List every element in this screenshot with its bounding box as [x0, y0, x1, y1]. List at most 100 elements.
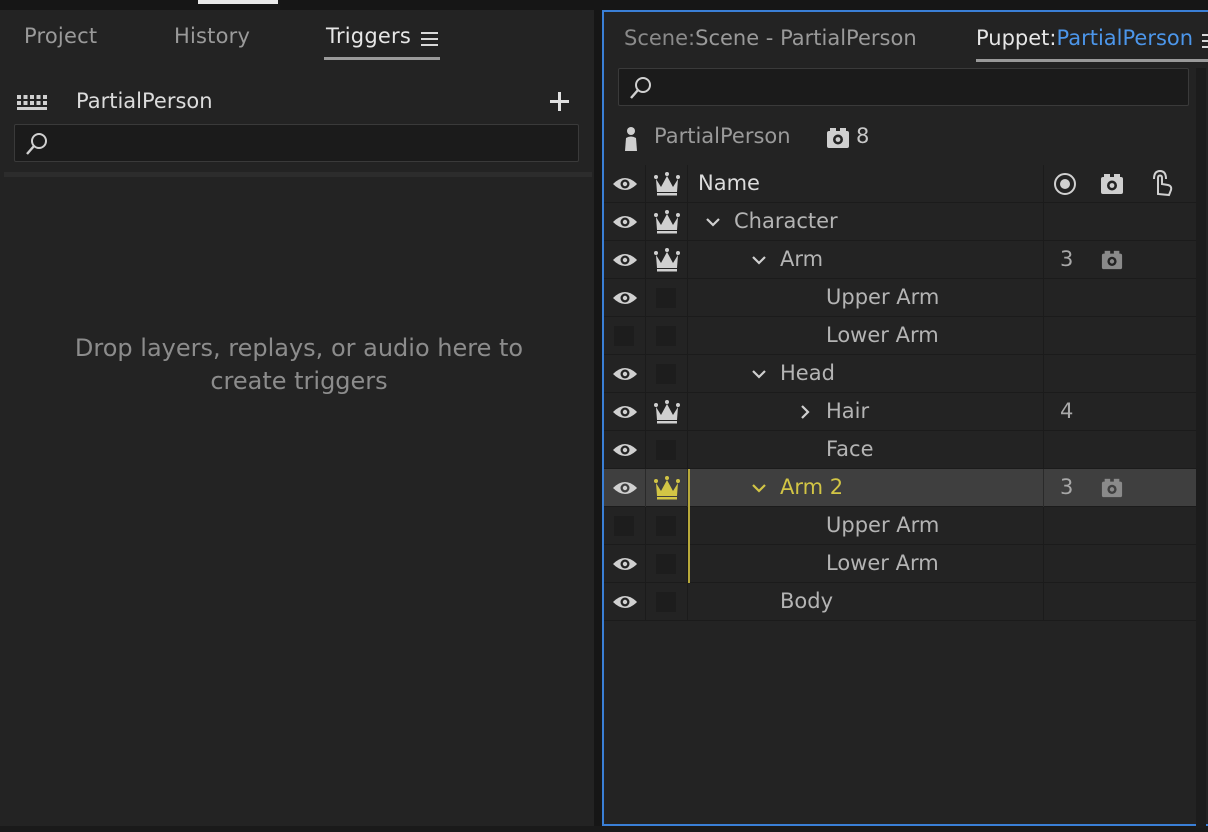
camera-icon[interactable]: [1100, 172, 1124, 196]
visibility-toggle[interactable]: [604, 507, 646, 545]
visibility-toggle[interactable]: [604, 545, 646, 583]
panel-resize-handle[interactable]: [594, 10, 602, 826]
table-row[interactable]: Upper Arm: [604, 507, 1196, 545]
table-row[interactable]: Face: [604, 431, 1196, 469]
tab-puppet[interactable]: Puppet:PartialPerson: [976, 26, 1193, 50]
expand-toggle[interactable]: [752, 253, 766, 267]
table-row[interactable]: Arm 2 3: [604, 469, 1196, 507]
layer-name-cell[interactable]: Upper Arm: [688, 507, 1044, 545]
independence-toggle[interactable]: [646, 469, 688, 507]
table-row[interactable]: Lower Arm: [604, 545, 1196, 583]
expand-toggle[interactable]: [752, 481, 766, 495]
hamburger-menu-icon[interactable]: [421, 32, 438, 46]
independence-toggle[interactable]: [646, 507, 688, 545]
independence-off-box: [656, 516, 676, 536]
layer-name-cell[interactable]: Lower Arm: [688, 545, 1044, 583]
collapse-toggle[interactable]: [798, 405, 812, 419]
independence-toggle[interactable]: [646, 317, 688, 355]
independence-toggle[interactable]: [646, 355, 688, 393]
layer-name-cell[interactable]: Upper Arm: [688, 279, 1044, 317]
behavior-count: 3: [1060, 247, 1074, 271]
independence-toggle[interactable]: [646, 279, 688, 317]
puppet-name: PartialPerson: [654, 124, 791, 148]
independence-toggle[interactable]: [646, 583, 688, 621]
search-icon: [26, 133, 47, 155]
expand-toggle[interactable]: [752, 367, 766, 381]
tab-puppet-value: PartialPerson: [1056, 26, 1194, 50]
chevron-down-icon[interactable]: [752, 481, 766, 495]
chevron-right-icon[interactable]: [798, 405, 812, 419]
visibility-off-box: [614, 326, 634, 346]
triggers-search-input[interactable]: [14, 124, 579, 162]
eye-icon: [613, 482, 637, 494]
table-row[interactable]: Upper Arm: [604, 279, 1196, 317]
scrollbar[interactable]: [1196, 68, 1206, 828]
expand-toggle[interactable]: [706, 215, 720, 229]
layer-name: Upper Arm: [826, 285, 940, 309]
visibility-toggle[interactable]: [604, 241, 646, 279]
visibility-toggle[interactable]: [604, 355, 646, 393]
header-visibility-col[interactable]: [604, 165, 646, 203]
grid-icon[interactable]: [17, 95, 47, 111]
independence-toggle[interactable]: [646, 203, 688, 241]
visibility-toggle[interactable]: [604, 583, 646, 621]
tab-triggers[interactable]: Triggers: [326, 24, 411, 48]
independence-off-box: [656, 288, 676, 308]
crown-icon: [654, 248, 680, 272]
table-row[interactable]: Arm 3: [604, 241, 1196, 279]
layer-name-cell[interactable]: Head: [688, 355, 1044, 393]
table-row[interactable]: Body: [604, 583, 1196, 621]
hamburger-menu-icon[interactable]: [1202, 34, 1208, 48]
layer-name-cell[interactable]: Hair: [688, 393, 1044, 431]
layer-name-cell[interactable]: Arm: [688, 241, 1044, 279]
camera-count: 8: [856, 124, 870, 148]
active-tab-underline: [976, 59, 1208, 62]
panel-divider: [4, 172, 592, 177]
window-top-strip: [0, 0, 1208, 10]
layer-name-cell[interactable]: Face: [688, 431, 1044, 469]
header-name-col[interactable]: Name: [688, 165, 1044, 203]
visibility-toggle[interactable]: [604, 431, 646, 469]
layer-name-cell[interactable]: Lower Arm: [688, 317, 1044, 355]
visibility-toggle[interactable]: [604, 317, 646, 355]
tab-project[interactable]: Project: [24, 24, 97, 48]
plus-icon[interactable]: [549, 91, 570, 112]
visibility-toggle[interactable]: [604, 203, 646, 241]
layer-name-cell[interactable]: Arm 2: [688, 469, 1044, 507]
layer-extra-cell: 4: [1044, 393, 1196, 431]
visibility-toggle[interactable]: [604, 469, 646, 507]
chevron-down-icon[interactable]: [706, 215, 720, 229]
puppet-search-input[interactable]: [618, 68, 1189, 106]
right-panel: Scene:Scene - PartialPerson Puppet:Parti…: [602, 10, 1208, 828]
header-crown-col[interactable]: [646, 165, 688, 203]
table-header: Name: [604, 165, 1196, 203]
selection-indicator: [688, 545, 690, 583]
chevron-down-icon[interactable]: [752, 253, 766, 267]
tab-history[interactable]: History: [174, 24, 250, 48]
table-row[interactable]: Character: [604, 203, 1196, 241]
independence-off-box: [656, 592, 676, 612]
table-row[interactable]: Lower Arm: [604, 317, 1196, 355]
tab-scene-label: Scene:: [624, 26, 696, 50]
independence-toggle[interactable]: [646, 241, 688, 279]
table-row[interactable]: Head: [604, 355, 1196, 393]
layer-name-cell[interactable]: Character: [688, 203, 1044, 241]
independence-toggle[interactable]: [646, 431, 688, 469]
visibility-toggle[interactable]: [604, 279, 646, 317]
independence-toggle[interactable]: [646, 393, 688, 431]
layer-extra-cell: [1044, 279, 1196, 317]
layer-extra-cell: [1044, 545, 1196, 583]
layer-name-cell[interactable]: Body: [688, 583, 1044, 621]
left-tab-bar: Project History Triggers: [0, 10, 594, 66]
chevron-down-icon[interactable]: [752, 367, 766, 381]
trigger-set-name[interactable]: PartialPerson: [76, 89, 213, 113]
table-row[interactable]: Hair 4: [604, 393, 1196, 431]
touch-icon[interactable]: [1148, 168, 1176, 198]
tab-scene[interactable]: Scene:Scene - PartialPerson: [624, 26, 917, 50]
layer-extra-cell: [1044, 317, 1196, 355]
record-icon[interactable]: [1053, 172, 1077, 196]
eye-icon: [613, 406, 637, 418]
visibility-toggle[interactable]: [604, 393, 646, 431]
layer-name: Arm 2: [780, 475, 844, 499]
independence-toggle[interactable]: [646, 545, 688, 583]
